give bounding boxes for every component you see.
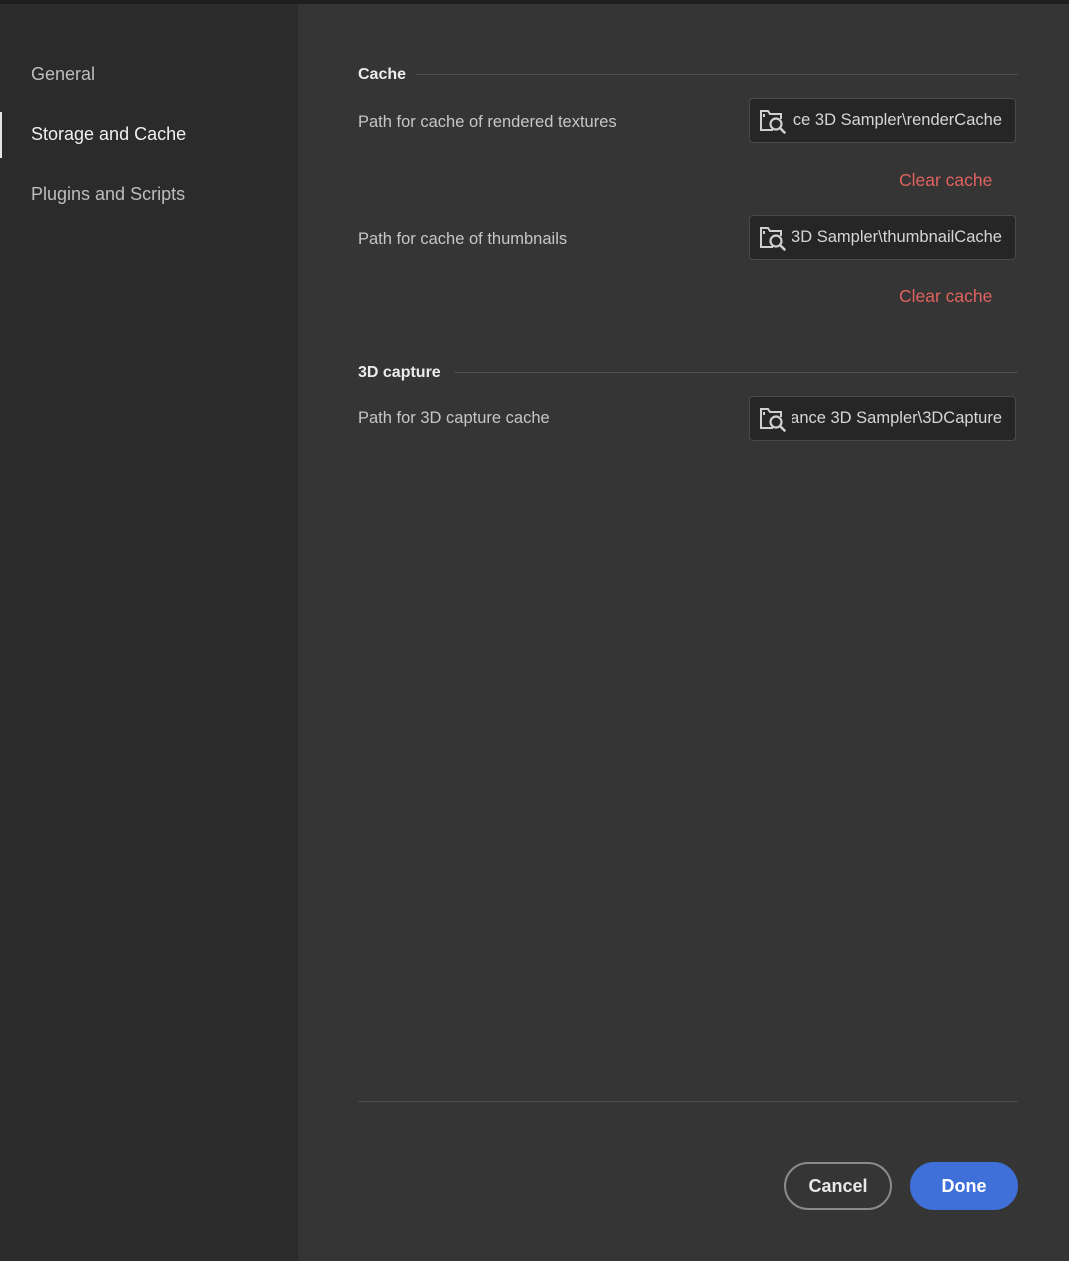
3d-capture-path-field[interactable]: ance 3D Sampler\3DCapture [749, 396, 1016, 441]
footer-divider [358, 1101, 1018, 1102]
rendered-textures-path-text: ıce 3D Sampler\renderCache [792, 111, 1002, 129]
thumbnails-path-field[interactable]: 3D Sampler\thumbnailCache [749, 215, 1016, 260]
3d-capture-cache-label: Path for 3D capture cache [358, 409, 550, 427]
3d-capture-path-text: ance 3D Sampler\3DCapture [792, 409, 1002, 427]
section-divider-cache [416, 74, 1018, 75]
sidebar-item-storage-and-cache[interactable]: Storage and Cache [31, 124, 186, 145]
folder-search-icon[interactable] [759, 225, 787, 251]
cancel-button[interactable]: Cancel [784, 1162, 892, 1210]
clear-thumbnails-cache-link[interactable]: Clear cache [899, 286, 992, 307]
done-button[interactable]: Done [910, 1162, 1018, 1210]
section-divider-3d-capture [454, 372, 1018, 373]
section-title-3d-capture: 3D capture [358, 364, 441, 381]
sidebar-item-general[interactable]: General [31, 64, 95, 85]
section-title-cache: Cache [358, 66, 407, 83]
preferences-sidebar: General Storage and Cache Plugins and Sc… [0, 4, 298, 1261]
sidebar-active-indicator [0, 112, 2, 158]
sidebar-item-plugins-and-scripts[interactable]: Plugins and Scripts [31, 184, 185, 205]
thumbnails-path-text: 3D Sampler\thumbnailCache [792, 228, 1002, 246]
folder-search-icon[interactable] [759, 108, 787, 134]
rendered-textures-label: Path for cache of rendered textures [358, 113, 617, 131]
preferences-main-panel: Cache Path for cache of rendered texture… [298, 4, 1069, 1261]
clear-rendered-textures-cache-link[interactable]: Clear cache [899, 170, 992, 191]
thumbnails-label: Path for cache of thumbnails [358, 230, 568, 248]
folder-search-icon[interactable] [759, 406, 787, 432]
rendered-textures-path-field[interactable]: ıce 3D Sampler\renderCache [749, 98, 1016, 143]
